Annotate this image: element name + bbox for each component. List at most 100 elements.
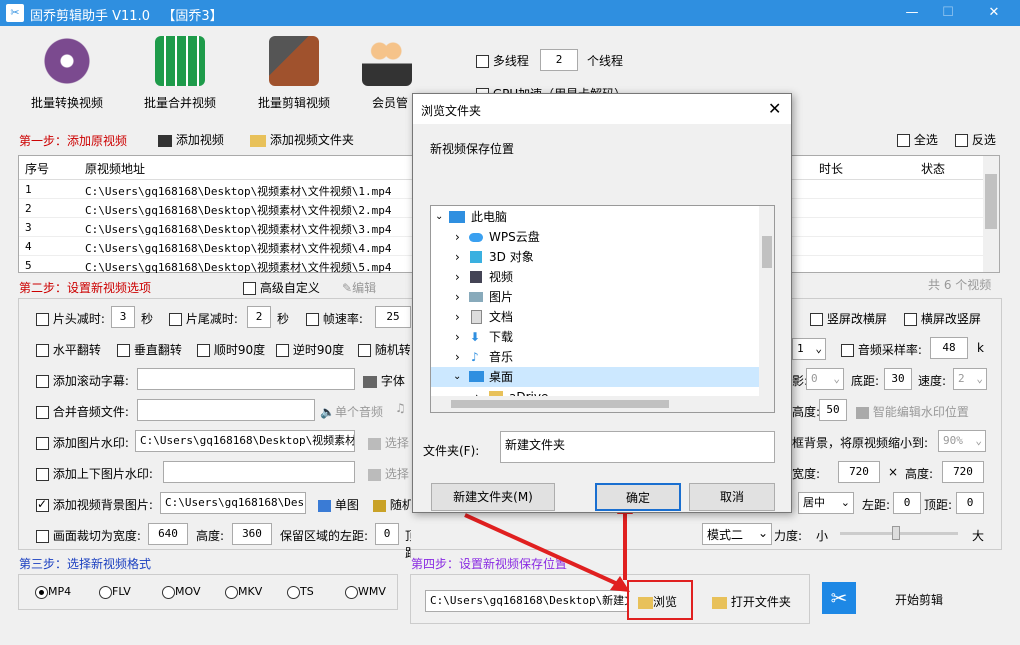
folder-name-input[interactable]: 新建文件夹 (500, 431, 775, 463)
tree-item-this-pc[interactable]: ⌄ 此电脑 (431, 207, 771, 227)
bg-image-path[interactable]: C:\Users\gq168168\Deskto (160, 492, 306, 514)
vert-to-horiz-option[interactable]: 竖屏改横屏 (810, 310, 887, 327)
tail-cut-input[interactable]: 2 (247, 306, 271, 328)
ccw90-option[interactable]: 逆时90度 (276, 341, 344, 358)
height-input[interactable]: 50 (819, 399, 847, 421)
tree-item-videos[interactable]: › 视频 (431, 267, 771, 287)
random-rotate-option[interactable]: 随机转 (358, 341, 410, 358)
computer-icon (449, 211, 465, 223)
topbottom-watermark-input[interactable] (163, 461, 355, 483)
tree-item-wps-cloud[interactable]: › WPS云盘 (431, 227, 771, 247)
audio-rate-option[interactable]: 音频采样率: (841, 341, 922, 358)
scissors-icon[interactable]: ✂ (822, 582, 856, 614)
advanced-option[interactable]: 高级自定义 (243, 279, 320, 296)
batch-convert-button[interactable]: 批量转换视频 (17, 36, 117, 111)
head-cut-option[interactable]: 片头减时: (36, 310, 105, 327)
select-all-button[interactable]: 全选 (897, 131, 938, 148)
crop-height-input[interactable]: 360 (232, 523, 272, 545)
left-input[interactable]: 0 (893, 492, 921, 514)
smart-watermark-button[interactable]: 智能编辑水印位置 (856, 403, 969, 420)
strength-slider-thumb[interactable] (892, 526, 900, 540)
align-dropdown[interactable]: 居中 ⌄ (798, 492, 854, 514)
framerate-input[interactable]: 25 (375, 306, 411, 328)
keep-left-input[interactable]: 0 (375, 523, 399, 545)
add-video-button[interactable]: 添加视频 (158, 131, 224, 148)
font-button[interactable]: 字体 (363, 372, 409, 389)
tree-vscrollbar[interactable] (759, 206, 774, 396)
tree-item-downloads[interactable]: › ⬇ 下载 (431, 327, 771, 347)
dialog-close-icon[interactable]: ✕ (768, 99, 781, 118)
batch-cut-button[interactable]: 批量剪辑视频 (244, 36, 344, 111)
batch-merge-button[interactable]: 批量合并视频 (130, 36, 230, 111)
tree-item-music[interactable]: › ♪ 音乐 (431, 347, 771, 367)
top-input[interactable]: 0 (956, 492, 984, 514)
cw90-option[interactable]: 顺时90度 (197, 341, 265, 358)
hflip-option[interactable]: 水平翻转 (36, 341, 101, 358)
tree-hscrollbar[interactable] (431, 396, 774, 412)
maximize-icon[interactable]: ☐ (936, 4, 960, 22)
height2-input[interactable]: 720 (942, 461, 984, 483)
new-folder-button[interactable]: 新建文件夹(M) (431, 483, 555, 511)
merge-audio-option[interactable]: 合并音频文件: (36, 403, 129, 420)
bottom-input[interactable]: 30 (884, 368, 912, 390)
tail-cut-option[interactable]: 片尾减时: (169, 310, 238, 327)
add-folder-button[interactable]: 添加视频文件夹 (250, 131, 354, 148)
single-image-button[interactable]: 单图 (318, 496, 359, 513)
image-watermark-path[interactable]: C:\Users\gq168168\Desktop\视频素材\文 (135, 430, 355, 452)
head-cut-input[interactable]: 3 (111, 306, 135, 328)
invert-button[interactable]: 反选 (955, 131, 996, 148)
format-mp4[interactable]: MP4 (35, 585, 71, 599)
select-image2-button[interactable]: 选择 (368, 465, 410, 482)
speaker-icon: 🔈 (320, 405, 335, 419)
select-1-dropdown[interactable]: 1 ⌄ (792, 338, 826, 360)
bg-image-option[interactable]: 添加视频背景图片: (36, 496, 153, 513)
browse-button[interactable]: 浏览 (638, 593, 677, 610)
table-scrollbar[interactable] (983, 156, 999, 272)
image-watermark-option[interactable]: 添加图片水印: (36, 434, 129, 451)
crop-option[interactable]: 画面裁切为宽度: (36, 527, 141, 544)
multithread-checkbox[interactable] (476, 55, 489, 68)
compress-mode-dropdown[interactable]: 模式二 ⌄ (702, 523, 772, 545)
minimize-icon[interactable]: — (900, 4, 924, 22)
tree-hscroll-thumb[interactable] (451, 400, 669, 408)
framerate-option[interactable]: 帧速率: (306, 310, 363, 327)
edit-button[interactable]: ✎编辑 (342, 279, 376, 296)
folder-tree[interactable]: ⌄ 此电脑 › WPS云盘 › 3D 对象 › 视频 › 图片 › 文档 › ⬇… (430, 205, 775, 413)
thread-count-input[interactable]: 2 (540, 49, 578, 71)
select-image-button[interactable]: 选择 (368, 434, 410, 451)
scroll-subtitle-option[interactable]: 添加滚动字幕: (36, 372, 129, 389)
scroll-subtitle-input[interactable] (137, 368, 355, 390)
image-icon (368, 468, 381, 481)
vflip-option[interactable]: 垂直翻转 (117, 341, 182, 358)
cloud-icon (469, 233, 483, 242)
cancel-button[interactable]: 取消 (689, 483, 775, 511)
frame-percent-dropdown[interactable]: 90% ⌄ (938, 430, 986, 452)
audio-rate-input[interactable]: 48 (930, 337, 968, 359)
tree-item-documents[interactable]: › 文档 (431, 307, 771, 327)
format-ts[interactable]: TS (287, 585, 314, 599)
tree-item-3d[interactable]: › 3D 对象 (431, 247, 771, 267)
folder-add-icon (250, 134, 266, 147)
single-audio-button[interactable]: 🔈单个音频 (320, 403, 383, 420)
width-input[interactable]: 720 (838, 461, 880, 483)
open-folder-button[interactable]: 打开文件夹 (712, 593, 791, 610)
tree-vscroll-thumb[interactable] (762, 236, 772, 268)
shadow-dropdown[interactable]: 0 ⌄ (806, 368, 844, 390)
tree-item-desktop[interactable]: ⌄ 桌面 (431, 367, 759, 387)
start-button[interactable]: 开始剪辑 (895, 591, 943, 608)
close-icon[interactable]: ✕ (982, 4, 1006, 22)
crop-width-input[interactable]: 640 (148, 523, 188, 545)
speed-dropdown[interactable]: 2 ⌄ (953, 368, 987, 390)
horiz-to-vert-option[interactable]: 横屏改竖屏 (904, 310, 981, 327)
merge-audio-input[interactable] (137, 399, 315, 421)
strength-slider[interactable] (840, 526, 958, 540)
topbottom-watermark-option[interactable]: 添加上下图片水印: (36, 465, 153, 482)
format-flv[interactable]: FLV (99, 585, 131, 599)
table-scroll-thumb[interactable] (985, 174, 997, 229)
format-mov[interactable]: MOV (162, 585, 200, 599)
ok-button[interactable]: 确定 (595, 483, 681, 511)
format-mkv[interactable]: MKV (225, 585, 262, 599)
tree-item-pictures[interactable]: › 图片 (431, 287, 771, 307)
format-wmv[interactable]: WMV (345, 585, 386, 599)
random-image-button[interactable]: 随机 (373, 496, 411, 513)
